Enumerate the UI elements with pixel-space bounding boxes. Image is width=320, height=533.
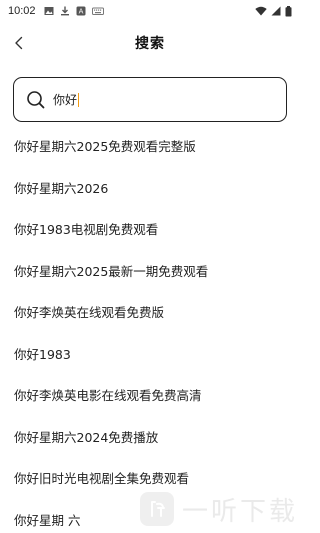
suggestion-item[interactable]: 你好1983 [0,333,300,375]
suggestion-item[interactable]: 你好星期六2026 [0,167,300,209]
battery-icon [285,5,292,16]
watermark: 一听下载 [140,485,300,533]
search-input-value: 你好 [53,93,78,107]
back-button[interactable] [8,32,30,54]
keyboard-icon [91,7,104,15]
status-icons-left: A [44,6,104,16]
suggestion-item[interactable]: 你好李焕英电影在线观看免费高清 [0,374,300,416]
wifi-icon [255,6,267,16]
image-icon [44,7,54,15]
search-box[interactable]: 你好 [13,77,287,122]
svg-text:A: A [78,8,83,16]
text-caret [78,92,80,107]
status-bar: 10:02 A [0,0,300,22]
search-icon [27,90,45,108]
signal-icon [271,6,281,16]
download-icon [60,6,69,16]
page-title: 搜索 [135,36,165,52]
search-input[interactable]: 你好 [53,91,80,108]
suggestion-item[interactable]: 你好李焕英在线观看免费版 [0,291,300,333]
header: 搜索 [0,28,300,58]
suggestion-list: 你好星期六2025免费观看完整版 你好星期六2026 你好1983电视剧免费观看… [0,125,300,533]
suggestion-item[interactable]: 你好星期六2024免费播放 [0,416,300,458]
chevron-left-icon [15,36,23,50]
status-time: 10:02 [8,5,36,17]
watermark-logo-icon [140,492,174,526]
app-icon: A [76,6,86,16]
watermark-text: 一听下载 [182,496,299,527]
suggestion-item[interactable]: 你好星期六2025最新一期免费观看 [0,250,300,292]
suggestion-item[interactable]: 你好星期六2025免费观看完整版 [0,125,300,167]
suggestion-item[interactable]: 你好1983电视剧免费观看 [0,208,300,250]
status-icons-right [255,5,292,17]
